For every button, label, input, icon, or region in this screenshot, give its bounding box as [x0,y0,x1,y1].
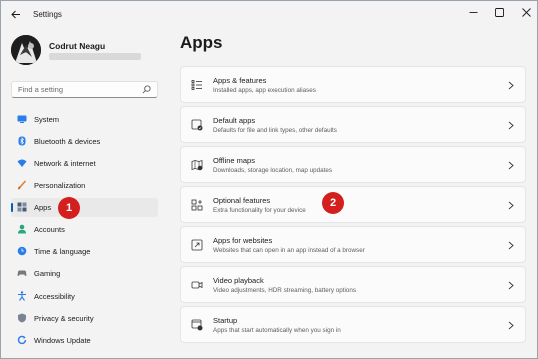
card-offline-maps[interactable]: Offline maps Downloads, storage location… [180,146,526,183]
card-subtitle: Defaults for file and link types, other … [213,127,337,134]
card-title: Offline maps [213,156,255,165]
profile-name: Codrut Neagu [49,41,106,51]
sidebar-item-system[interactable]: System [11,110,158,129]
avatar-image [11,35,41,65]
sidebar-item-privacy-security[interactable]: Privacy & security [11,309,158,328]
step-marker-2: 2 [322,192,344,214]
card-video-playback[interactable]: Video playback Video adjustments, HDR st… [180,266,526,303]
globe-clock-icon [17,246,27,256]
default-apps-icon [191,119,203,131]
chevron-right-icon [508,321,514,330]
card-startup[interactable]: Startup Apps that start automatically wh… [180,306,526,343]
sidebar-item-label: Windows Update [34,336,91,345]
card-title: Apps for websites [213,236,273,245]
accessibility-icon [17,291,27,301]
title-bar: Settings [1,1,537,29]
card-subtitle: Video adjustments, HDR streaming, batter… [213,287,357,294]
back-button[interactable] [9,7,23,21]
brush-icon [17,180,27,190]
avatar[interactable] [11,35,41,65]
web-app-icon [191,239,203,251]
sidebar-item-label: System [34,115,60,124]
card-title: Startup [213,316,238,325]
minimize-icon [469,11,477,13]
card-title: Default apps [213,116,256,125]
sidebar-item-label: Accounts [34,225,65,234]
sidebar-item-label: Network & internet [34,159,96,168]
sidebar-item-network[interactable]: Network & internet [11,154,158,173]
gamepad-icon [17,268,27,278]
startup-icon [191,319,203,331]
card-subtitle: Websites that can open in an app instead… [213,247,365,254]
add-grid-icon [191,199,203,211]
wifi-icon [17,158,27,168]
sidebar-item-accounts[interactable]: Accounts [11,220,158,239]
step-marker-1: 1 [58,197,80,219]
sidebar-item-apps[interactable]: Apps [11,198,158,217]
card-apps-for-websites[interactable]: Apps for websites Websites that can open… [180,226,526,263]
sidebar-item-bluetooth[interactable]: Bluetooth & devices [11,132,158,151]
card-apps-features[interactable]: Apps & features Installed apps, app exec… [180,66,526,103]
card-title: Video playback [213,276,264,285]
sidebar-item-personalization[interactable]: Personalization [11,176,158,195]
sidebar-item-time-language[interactable]: Time & language [11,242,158,261]
active-indicator [11,203,13,212]
card-subtitle: Installed apps, app execution aliases [213,87,316,94]
shield-icon [17,313,27,323]
bluetooth-icon [17,136,27,146]
chevron-right-icon [508,81,514,90]
sidebar-item-label: Apps [34,203,52,212]
person-icon [17,224,27,234]
settings-window: Settings Codrut Neagu Syst [0,0,538,359]
card-title: Apps & features [213,76,267,85]
map-icon [191,159,203,171]
back-arrow-icon [11,10,20,18]
minimize-button[interactable] [463,5,483,19]
sidebar-item-gaming[interactable]: Gaming [11,264,158,283]
sidebar-item-label: Privacy & security [34,314,94,323]
video-icon [191,281,203,289]
chevron-right-icon [508,281,514,290]
maximize-icon [494,7,504,17]
search-input[interactable] [12,82,142,97]
chevron-right-icon [508,121,514,130]
monitor-icon [17,114,27,124]
sidebar-item-label: Time & language [34,247,91,256]
close-icon [521,7,531,17]
profile-email-redacted [49,53,141,60]
card-subtitle: Apps that start automatically when you s… [213,327,341,334]
maximize-button[interactable] [489,5,509,19]
card-title: Optional features [213,196,271,205]
close-button[interactable] [516,5,536,19]
window-title: Settings [33,10,62,19]
apps-icon [17,202,27,212]
chevron-right-icon [508,161,514,170]
sidebar-item-label: Gaming [34,269,61,278]
card-subtitle: Downloads, storage location, map updates [213,167,333,174]
search-box [11,81,158,98]
chevron-right-icon [508,201,514,210]
card-default-apps[interactable]: Default apps Defaults for file and link … [180,106,526,143]
sidebar-item-accessibility[interactable]: Accessibility [11,287,158,306]
page-title: Apps [180,33,223,52]
chevron-right-icon [508,241,514,250]
list-icon [191,80,202,90]
card-optional-features[interactable]: Optional features Extra functionality fo… [180,186,526,223]
search-icon[interactable] [142,85,151,94]
sidebar-item-windows-update[interactable]: Windows Update [11,331,158,350]
sidebar-item-label: Bluetooth & devices [34,137,101,146]
update-icon [17,335,27,345]
sidebar-item-label: Accessibility [34,292,75,301]
card-subtitle: Extra functionality for your device [213,207,306,214]
sidebar-item-label: Personalization [34,181,86,190]
